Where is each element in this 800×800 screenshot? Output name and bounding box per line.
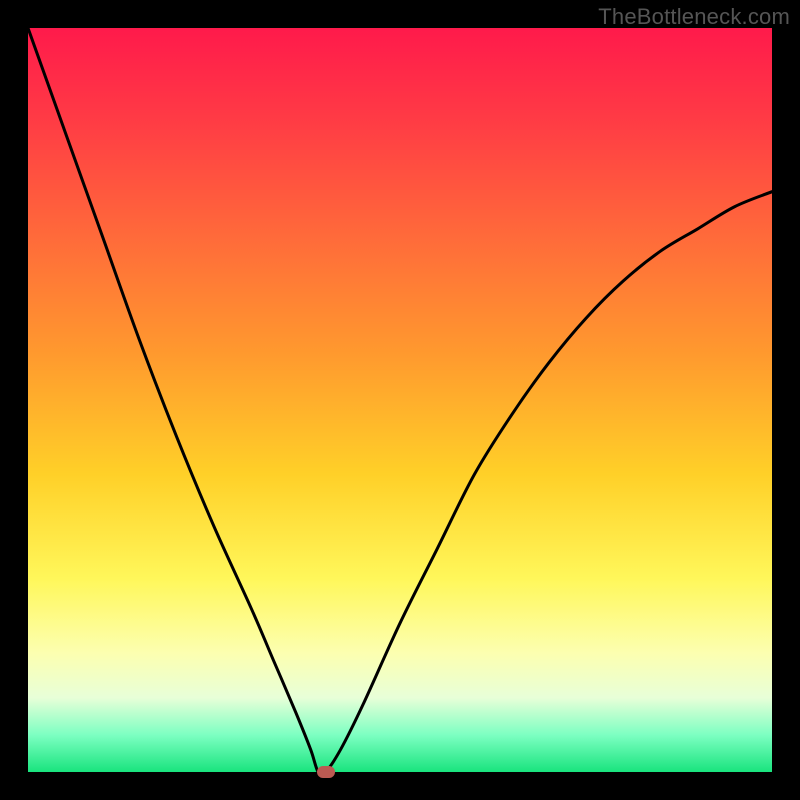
bottleneck-curve xyxy=(28,28,772,772)
watermark-text: TheBottleneck.com xyxy=(598,4,790,30)
minimum-marker xyxy=(317,766,335,778)
chart-frame: TheBottleneck.com xyxy=(0,0,800,800)
plot-area xyxy=(28,28,772,772)
